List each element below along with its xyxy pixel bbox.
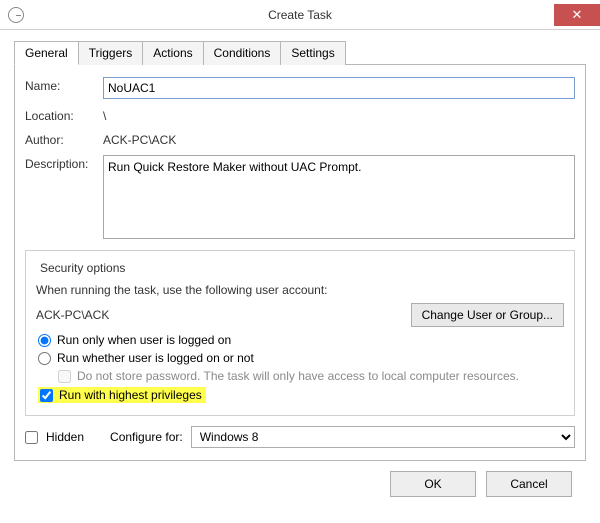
tab-actions[interactable]: Actions [142, 41, 203, 65]
security-options-legend: Security options [36, 261, 129, 275]
highest-privileges-label: Run with highest privileges [59, 388, 202, 402]
tab-strip: General Triggers Actions Conditions Sett… [14, 40, 586, 65]
dialog-content: General Triggers Actions Conditions Sett… [0, 30, 600, 509]
ok-button[interactable]: OK [390, 471, 476, 497]
location-value: \ [103, 107, 575, 123]
cancel-button[interactable]: Cancel [486, 471, 572, 497]
hidden-label: Hidden [46, 430, 84, 444]
tab-panel-general: Name: Location: \ Author: ACK-PC\ACK Des… [14, 65, 586, 461]
author-label: Author: [25, 131, 103, 147]
no-store-password-checkbox [58, 370, 71, 383]
description-label: Description: [25, 155, 103, 171]
location-label: Location: [25, 107, 103, 123]
tab-general[interactable]: General [14, 41, 79, 65]
run-logged-on-radio[interactable] [38, 334, 51, 347]
tab-conditions[interactable]: Conditions [203, 41, 282, 65]
when-running-label: When running the task, use the following… [36, 283, 564, 297]
user-account-value: ACK-PC\ACK [36, 308, 411, 322]
highest-privileges-checkbox[interactable] [40, 389, 53, 402]
window-title: Create Task [0, 8, 600, 22]
description-input[interactable]: Run Quick Restore Maker without UAC Prom… [103, 155, 575, 239]
no-store-password-label: Do not store password. The task will onl… [77, 369, 519, 383]
run-whether-label: Run whether user is logged on or not [57, 351, 254, 365]
name-input[interactable] [103, 77, 575, 99]
change-user-button[interactable]: Change User or Group... [411, 303, 564, 327]
author-value: ACK-PC\ACK [103, 131, 575, 147]
hidden-checkbox[interactable] [25, 431, 38, 444]
dialog-button-row: OK Cancel [14, 461, 586, 497]
run-logged-on-label: Run only when user is logged on [57, 333, 231, 347]
titlebar: Create Task ✕ [0, 0, 600, 30]
configure-for-label: Configure for: [110, 430, 183, 444]
tab-triggers[interactable]: Triggers [78, 41, 144, 65]
tab-settings[interactable]: Settings [280, 41, 345, 65]
name-label: Name: [25, 77, 103, 93]
configure-for-select[interactable]: Windows 8 [191, 426, 575, 448]
security-options-group: Security options When running the task, … [25, 250, 575, 416]
run-whether-radio[interactable] [38, 352, 51, 365]
